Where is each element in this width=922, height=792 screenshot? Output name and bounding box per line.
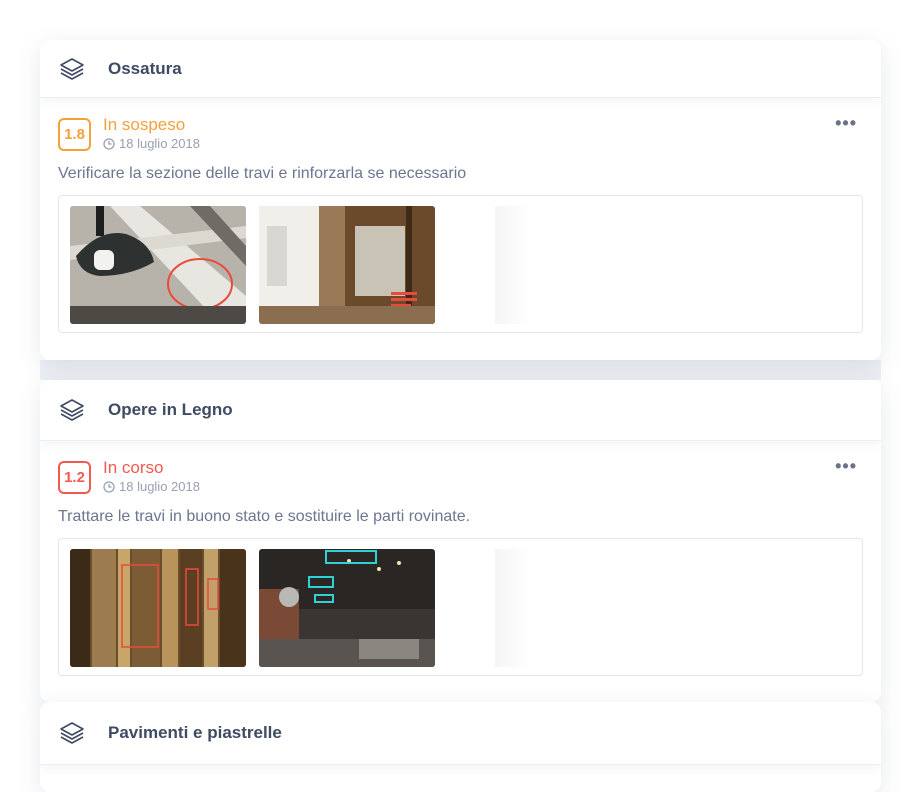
section-title: Opere in Legno (108, 400, 233, 419)
section-card-opere-in-legno: Opere in Legno 1.2 In corso 18 luglio 20… (40, 380, 881, 702)
loft-interior-photo[interactable] (259, 549, 435, 667)
date-text: 18 luglio 2018 (119, 479, 200, 494)
date-text: 18 luglio 2018 (119, 136, 200, 151)
more-icon[interactable]: ••• (835, 114, 857, 132)
section-header[interactable]: Ossatura (40, 40, 881, 98)
section-card-pavimenti: Pavimenti e piastrelle (40, 702, 881, 792)
gallery-fade (495, 206, 531, 324)
layers-icon (58, 55, 86, 83)
issue-item[interactable]: 1.2 In corso 18 luglio 2018 ••• Trattare… (40, 441, 881, 676)
layers-icon (58, 396, 86, 424)
clock-icon (103, 480, 115, 493)
date-row: 18 luglio 2018 (103, 136, 200, 151)
section-header[interactable]: Opere in Legno (40, 380, 881, 441)
clock-icon (103, 137, 115, 150)
photo-gallery (58, 195, 863, 333)
section-title: Ossatura (108, 58, 182, 78)
status-label: In corso (103, 458, 164, 477)
issue-code-badge: 1.8 (58, 118, 91, 151)
more-icon[interactable]: ••• (835, 457, 857, 475)
section-card-ossatura: Ossatura 1.8 In sospeso 18 luglio 2018 •… (40, 40, 881, 360)
status-label: In sospeso (103, 115, 186, 134)
photo-gallery (58, 538, 863, 676)
wooden-beams-photo[interactable] (70, 549, 246, 667)
gallery-fade (495, 549, 531, 667)
beam-lamp-photo[interactable] (70, 206, 246, 324)
section-divider (40, 360, 881, 380)
issue-item[interactable]: 1.8 In sospeso 18 luglio 2018 ••• Verifi… (40, 98, 881, 333)
issue-description: Verificare la sezione delle travi e rinf… (58, 165, 467, 182)
section-title: Pavimenti e piastrelle (108, 723, 282, 742)
section-header[interactable]: Pavimenti e piastrelle (40, 702, 881, 765)
issue-code-badge: 1.2 (58, 461, 91, 494)
issue-description: Trattare le travi in buono stato e sosti… (58, 508, 471, 525)
renovation-room-photo[interactable] (259, 206, 435, 324)
date-row: 18 luglio 2018 (103, 479, 200, 494)
layers-icon (58, 719, 86, 747)
